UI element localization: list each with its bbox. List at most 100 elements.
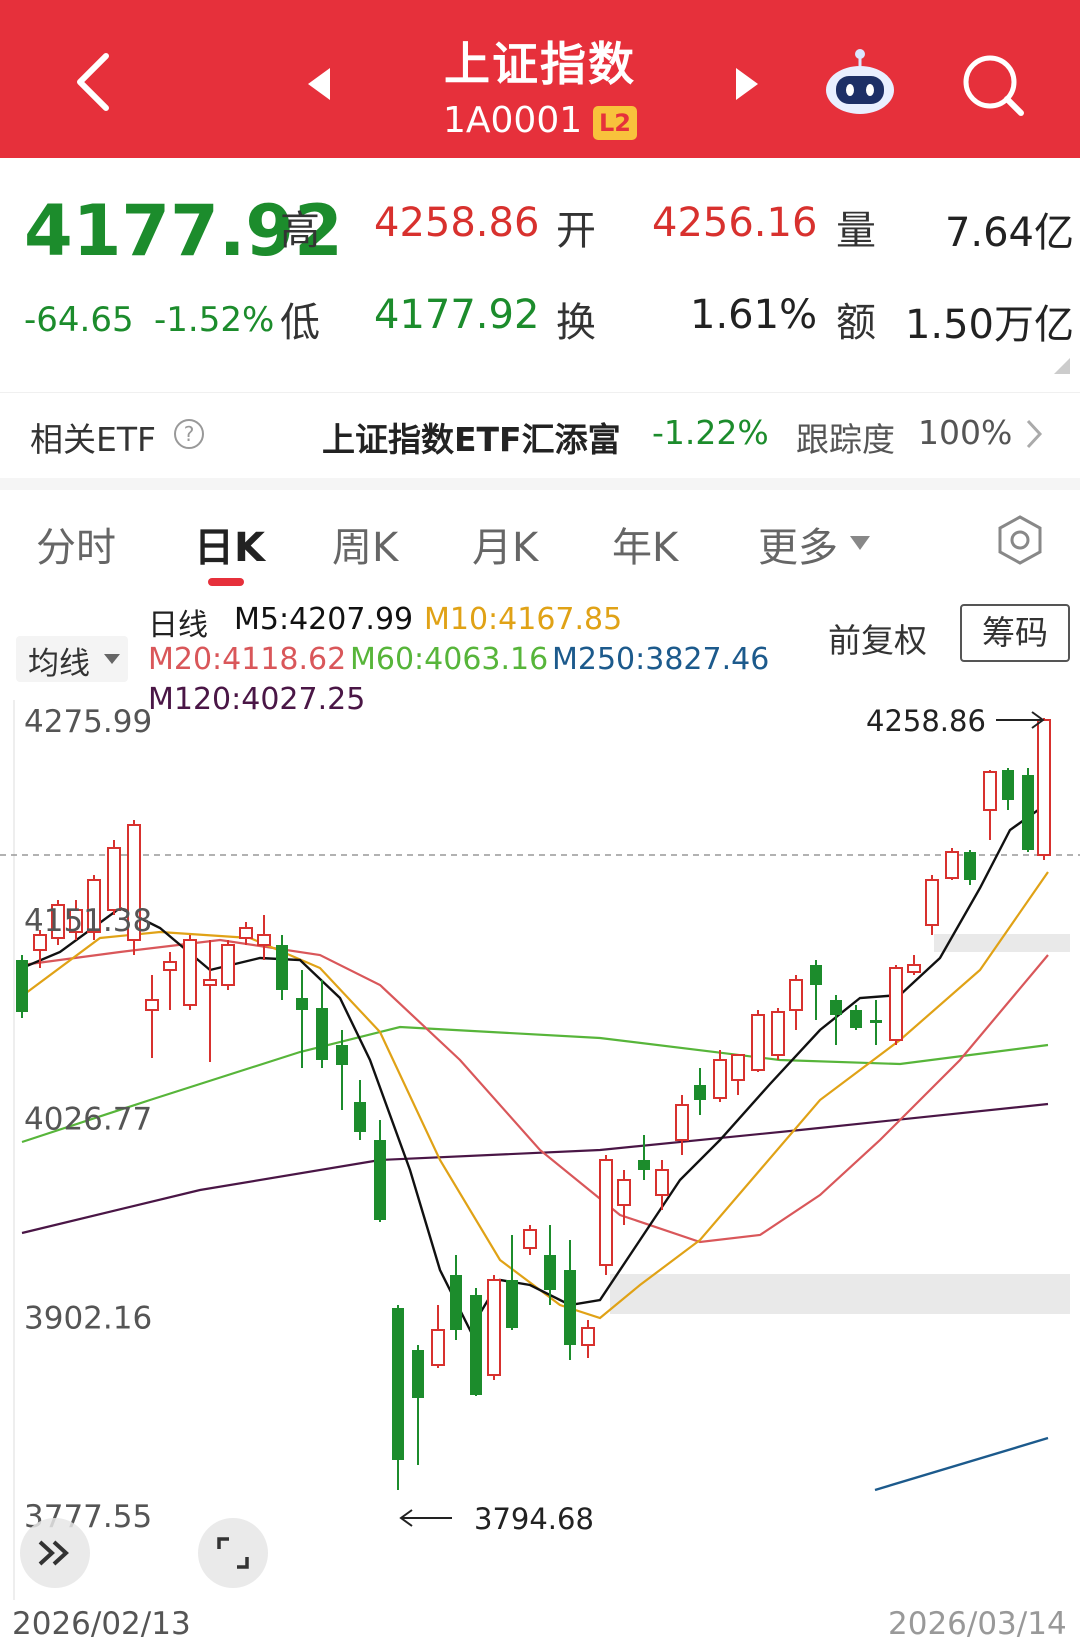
ma5-value: M5:4207.99: [234, 602, 414, 637]
candle-body-down: [412, 1350, 424, 1398]
high-marker-label: 4258.86: [866, 704, 986, 738]
start-date: 2026/02/13: [12, 1606, 191, 1642]
candle-body-up: [487, 1279, 501, 1376]
candle-body-down: [830, 1000, 842, 1015]
candle-body-up: [107, 847, 121, 911]
candle-body-up: [239, 927, 253, 939]
top-bar: 上证指数 1A0001 L2: [0, 0, 1080, 158]
tracking-label: 跟踪度: [796, 420, 895, 459]
line-type-label: 日线: [148, 608, 208, 643]
candle-body-up: [581, 1327, 595, 1346]
chip-band: [610, 1274, 1070, 1314]
index-code: 1A0001: [443, 100, 583, 141]
turnover-label: 换: [556, 300, 596, 346]
candle-body-up: [751, 1014, 765, 1071]
chart-settings-icon[interactable]: [994, 514, 1046, 566]
expand-corner-icon[interactable]: [1050, 356, 1072, 376]
dropdown-triangle-icon: [850, 536, 870, 550]
tab-weekly-k[interactable]: 周K: [332, 515, 398, 573]
tab-monthly-k[interactable]: 月K: [472, 515, 538, 573]
candle-body-up: [889, 967, 903, 1041]
y-axis-tick: 3902.16: [24, 1300, 152, 1336]
high-value: 4258.86: [374, 200, 540, 246]
candle-body-up: [907, 964, 921, 973]
candle-body-up: [713, 1059, 727, 1099]
ma10-value: M10:4167.85: [424, 602, 623, 637]
candle-body-up: [431, 1329, 445, 1366]
m10-line: [21, 871, 1049, 1320]
candle-body-down: [450, 1275, 462, 1330]
candle-body-down: [544, 1255, 556, 1290]
candle-body-down: [470, 1295, 482, 1395]
candle-body-down: [296, 998, 308, 1010]
related-etf-row[interactable]: 相关ETF ? 上证指数ETF汇添富 -1.22% 跟踪度 100%: [0, 392, 1080, 477]
turnover-value: 1.61%: [690, 292, 818, 338]
candle-body-up: [655, 1169, 669, 1196]
fullscreen-icon: [217, 1537, 249, 1569]
tab-daily-k[interactable]: 日K: [194, 515, 265, 573]
y-axis-tick: 4275.99: [24, 704, 152, 740]
candle-body-up: [203, 979, 217, 986]
etf-name: 上证指数ETF汇添富: [322, 420, 621, 459]
ma-dropdown-icon: [104, 654, 120, 664]
price-change-pct: -1.52%: [154, 300, 275, 340]
chips-button[interactable]: 筹码: [960, 604, 1070, 662]
tab-more[interactable]: 更多: [758, 515, 838, 573]
high-label: 高: [280, 208, 320, 254]
tab-intraday[interactable]: 分时: [36, 515, 116, 573]
section-divider: [0, 478, 1080, 490]
candle-body-down: [1022, 775, 1034, 850]
volume-label: 量: [836, 208, 876, 254]
m250-line: [874, 1436, 1049, 1492]
adjust-mode[interactable]: 前复权: [828, 614, 927, 662]
candle-body-down: [506, 1280, 518, 1328]
next-triangle-icon[interactable]: [732, 66, 762, 102]
expand-left-button[interactable]: [20, 1518, 90, 1588]
candle-body-down: [964, 852, 976, 880]
candle-body-up: [599, 1159, 613, 1266]
chevron-right-icon: [1026, 419, 1043, 449]
candle-body-down: [694, 1085, 706, 1100]
candle-body-up: [163, 961, 177, 971]
m5-line: [21, 802, 1049, 1333]
candle-body-down: [336, 1045, 348, 1065]
candle-body-down: [870, 1020, 882, 1023]
candle-body-up: [257, 934, 271, 946]
search-icon[interactable]: [960, 52, 1026, 118]
candle-body-up: [183, 939, 197, 1006]
candle-body-up: [523, 1229, 537, 1249]
y-axis-tick: 4026.77: [24, 1102, 152, 1138]
robot-assistant-icon[interactable]: [822, 46, 898, 118]
candle-body-up: [675, 1104, 689, 1141]
page-title: 上证指数: [444, 37, 636, 91]
candle-body-up: [771, 1011, 785, 1056]
candle-body-up: [617, 1179, 631, 1206]
ma60-value: M60:4063.16: [350, 642, 549, 677]
candle-body-down: [1002, 770, 1014, 800]
candle-body-down: [374, 1140, 386, 1220]
candle-body-up: [945, 851, 959, 879]
svg-text:?: ?: [184, 422, 195, 446]
fullscreen-button[interactable]: [198, 1518, 268, 1588]
etf-change: -1.22%: [652, 413, 769, 452]
candle-body-up: [731, 1054, 745, 1081]
active-tab-indicator: [208, 578, 244, 586]
kline-chart[interactable]: 4275.994151.384026.773902.163777.554258.…: [0, 700, 1080, 1646]
volume-value: 7.64亿: [944, 210, 1074, 256]
candle-body-down: [316, 1008, 328, 1060]
tab-yearly-k[interactable]: 年K: [612, 515, 678, 573]
candle-body-down: [392, 1308, 404, 1460]
price-change: -64.65: [24, 300, 134, 340]
etf-label: 相关ETF: [30, 420, 156, 459]
candle-body-up: [221, 944, 235, 986]
ma250-value: M250:3827.46: [552, 642, 770, 677]
candle-body-up: [789, 979, 803, 1011]
candle-body-up: [1037, 719, 1051, 856]
ma-toggle-label: 均线: [28, 646, 90, 682]
ma-toggle[interactable]: 均线: [16, 636, 128, 682]
help-icon[interactable]: ?: [172, 417, 206, 451]
low-value: 4177.92: [374, 292, 540, 338]
amount-value: 1.50万亿: [904, 302, 1074, 348]
low-marker-label: 3794.68: [474, 1502, 594, 1536]
candle-body-down: [638, 1160, 650, 1170]
